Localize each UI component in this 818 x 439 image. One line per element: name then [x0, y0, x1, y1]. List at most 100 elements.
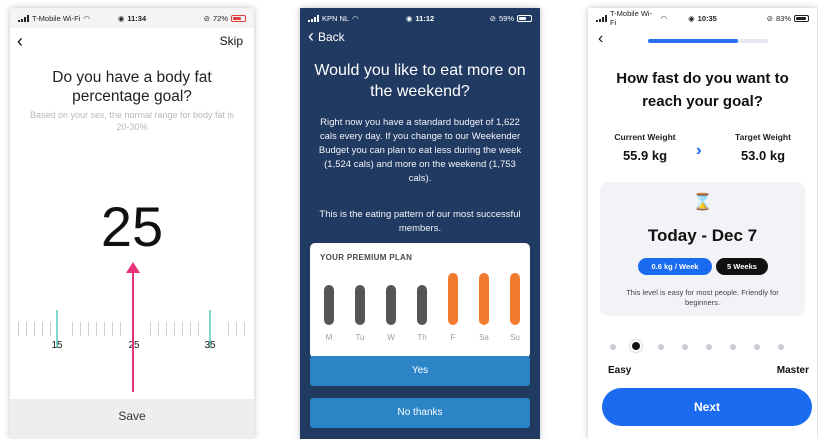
next-button[interactable]: Next — [602, 388, 812, 426]
skip-button[interactable]: Skip — [220, 34, 243, 48]
ruler-tick — [18, 322, 19, 336]
page-title: How fast do you want to reach your goal? — [616, 70, 789, 110]
weeks-badge: 5 Weeks — [716, 258, 768, 275]
current-weight-value: 55.9 kg — [622, 148, 668, 163]
target-weight-label: Target Weight — [735, 132, 791, 142]
plan-day-label: W — [387, 333, 395, 342]
slider-step[interactable] — [706, 344, 712, 350]
wifi-icon: ◠ — [352, 13, 359, 23]
battery-percent: 59% — [499, 13, 515, 23]
slider-step[interactable] — [610, 344, 616, 350]
hourglass-icon: ⌛ — [692, 194, 713, 211]
plan-day-label: Sa — [479, 333, 489, 342]
ruler-tick — [80, 322, 81, 336]
ruler-tick — [42, 322, 43, 336]
plan-day-bar — [510, 273, 520, 325]
plan-day-label: Su — [510, 333, 520, 342]
master-label: Master — [776, 365, 809, 376]
back-label: Back — [318, 29, 345, 44]
page-title: Do you have a body fat percentage goal? — [52, 69, 212, 105]
selected-value: 25 — [100, 195, 164, 258]
battery-percent: 72% — [212, 13, 228, 23]
ruler-tick — [198, 322, 199, 336]
ruler-label: 35 — [204, 340, 216, 351]
ruler-tick — [112, 322, 113, 336]
slider-step[interactable] — [754, 344, 760, 350]
rotation-lock-icon: ⊘ — [766, 13, 773, 23]
slider-step[interactable] — [778, 344, 784, 350]
double-chevron-right-icon: ›› — [696, 142, 700, 159]
ruler-tick — [50, 322, 51, 336]
slider-thumb[interactable] — [630, 340, 642, 352]
premium-plan-card: YOUR PREMIUM PLAN M Tu W Th F Sa Su — [310, 243, 530, 358]
difficulty-slider[interactable] — [610, 340, 795, 352]
battery-icon — [231, 14, 246, 22]
ruler-label: 25 — [128, 340, 140, 351]
goal-summary-card: ⌛ Today - Dec 7 0.6 kg / Week 5 Weeks Th… — [600, 182, 805, 316]
ruler-tick — [120, 322, 121, 336]
ruler-tick — [228, 322, 229, 336]
no-thanks-button[interactable]: No thanks — [310, 398, 530, 428]
plan-day-bar — [355, 285, 365, 325]
easy-label: Easy — [608, 365, 632, 376]
plan-day-bar — [386, 285, 396, 325]
ruler-tick — [72, 322, 73, 336]
ruler-tick — [166, 322, 167, 336]
plan-day-bar — [448, 273, 458, 325]
plan-title: YOUR PREMIUM PLAN — [320, 253, 413, 262]
body-fat-goal-screen: T-Mobile Wi-Fi ◠ ◉ 11:34 ⊘ 72% ‹ Skip Do yo… — [10, 8, 254, 439]
plan-day-label: Tu — [355, 333, 365, 342]
pointer-line — [132, 270, 134, 392]
carrier-label: T-Mobile Wi-Fi — [610, 9, 653, 27]
plan-day-bar — [417, 285, 427, 325]
alarm-icon: ◉ — [688, 13, 695, 23]
battery-icon — [794, 14, 809, 22]
battery-icon — [517, 14, 533, 22]
back-chevron-icon: ‹ — [308, 26, 314, 46]
carrier-label: T-Mobile Wi-Fi — [32, 13, 81, 23]
back-chevron-icon[interactable]: ‹ — [598, 30, 603, 48]
slider-step[interactable] — [730, 344, 736, 350]
save-button[interactable]: Save — [10, 399, 254, 439]
difficulty-note: This level is easy for most people. Frie… — [626, 288, 779, 307]
weekender-screen: KPN NL ◠ ◉ 11:12 ⊘ 59% ‹ Back Would you lik… — [300, 8, 540, 439]
slider-step[interactable] — [658, 344, 664, 350]
carrier-label: KPN NL — [322, 13, 350, 23]
ruler-tick — [104, 322, 105, 336]
ruler-label: 15 — [51, 340, 63, 351]
status-bar: T-Mobile Wi-Fi ◠ ◉ 10:35 ⊘ 83% — [588, 8, 817, 28]
ruler-tick — [182, 322, 183, 336]
signal-icon — [596, 14, 607, 22]
goal-speed-screen: T-Mobile Wi-Fi ◠ ◉ 10:35 ⊘ 83% ‹ How fast d… — [588, 8, 817, 439]
onboarding-progress-bar — [648, 39, 768, 43]
rate-badge: 0.6 kg / Week — [638, 258, 712, 275]
slider-step[interactable] — [682, 344, 688, 350]
subtitle: Based on your sex, the normal range for … — [29, 110, 235, 132]
progress-fill — [648, 39, 738, 43]
goal-date: Today - Dec 7 — [647, 226, 758, 245]
ruler-tick — [34, 322, 35, 336]
status-time: 11:34 — [127, 13, 147, 23]
wifi-icon: ◠ — [83, 13, 90, 23]
ruler-tick — [150, 322, 151, 336]
ruler-tick — [236, 322, 237, 336]
current-weight-label: Current Weight — [614, 132, 676, 142]
plan-day-bar — [479, 273, 489, 325]
ruler-tick — [96, 322, 97, 336]
status-bar: KPN NL ◠ ◉ 11:12 ⊘ 59% — [300, 8, 540, 28]
description: Right now you have a standard budget of … — [318, 117, 522, 184]
status-time: 10:35 — [697, 13, 717, 23]
signal-icon — [308, 14, 319, 22]
rotation-lock-icon: ⊘ — [489, 13, 496, 23]
page-title: Would you like to eat more on the weeken… — [314, 62, 526, 100]
ruler-tick — [174, 322, 175, 336]
ruler-tick — [244, 322, 245, 336]
back-chevron-icon[interactable]: ‹ — [17, 31, 23, 52]
pointer-arrow-icon — [126, 262, 140, 273]
plan-day-label: Th — [417, 333, 427, 342]
ruler-tick — [26, 322, 27, 336]
yes-button[interactable]: Yes — [310, 356, 530, 386]
signal-icon — [18, 14, 29, 22]
back-button[interactable]: ‹ Back — [308, 26, 345, 47]
plan-day-bar — [324, 285, 334, 325]
